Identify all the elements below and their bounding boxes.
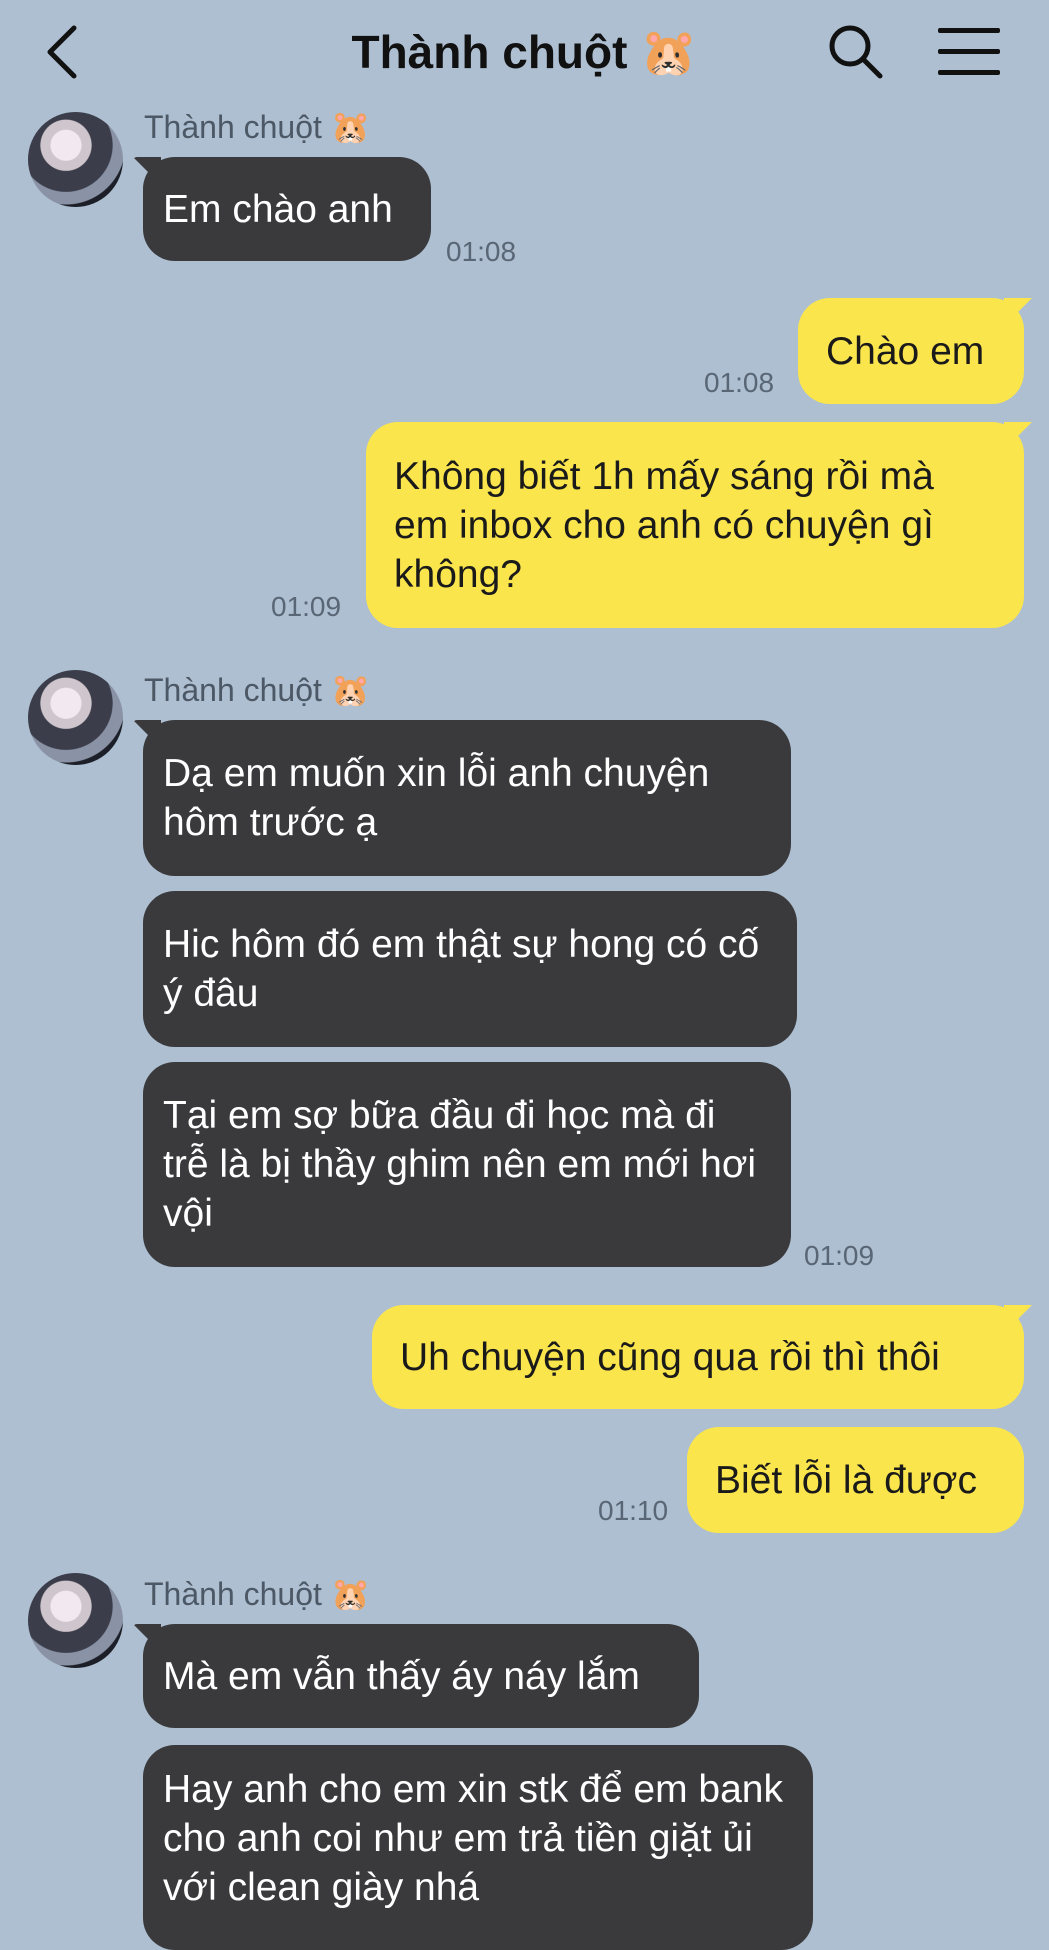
sender-name: Thành chuột 🐹 [144, 109, 371, 145]
message-bubble[interactable]: Tại em sợ bữa đầu đi học mà đi trễ là bị… [143, 1062, 791, 1267]
message-bubble[interactable]: Hay anh cho em xin stk để em bank cho an… [143, 1745, 813, 1950]
sender-name: Thành chuột 🐹 [144, 672, 371, 708]
message-bubble[interactable]: Em chào anh [143, 157, 431, 261]
message-time: 01:08 [446, 236, 517, 267]
search-icon[interactable] [826, 22, 886, 82]
message-bubble[interactable]: Uh chuyện cũng qua rồi thì thôi [372, 1305, 1024, 1409]
sender-name: Thành chuột 🐹 [144, 1576, 371, 1612]
message-bubble[interactable]: Mà em vẫn thấy áy náy lắm [143, 1624, 699, 1728]
message-time: 01:10 [598, 1495, 669, 1526]
avatar[interactable] [28, 670, 123, 765]
hamburger-menu-icon[interactable] [938, 26, 1000, 78]
message-time: 01:08 [704, 367, 775, 398]
message-bubble[interactable]: Dạ em muốn xin lỗi anh chuyện hôm trước … [143, 720, 791, 876]
chat-header: Thành chuột 🐹 [0, 0, 1049, 100]
message-bubble[interactable]: Hic hôm đó em thật sự hong có cố ý đâu [143, 891, 797, 1047]
avatar[interactable] [28, 112, 123, 207]
message-time: 01:09 [271, 591, 342, 622]
message-bubble[interactable]: Biết lỗi là được [687, 1427, 1024, 1533]
avatar[interactable] [28, 1573, 123, 1668]
message-bubble[interactable]: Chào em [798, 298, 1024, 404]
chat-title[interactable]: Thành chuột 🐹 [0, 22, 1049, 82]
message-bubble[interactable]: Không biết 1h mấy sáng rồi mà em inbox c… [366, 422, 1024, 628]
message-time: 01:09 [804, 1240, 875, 1271]
